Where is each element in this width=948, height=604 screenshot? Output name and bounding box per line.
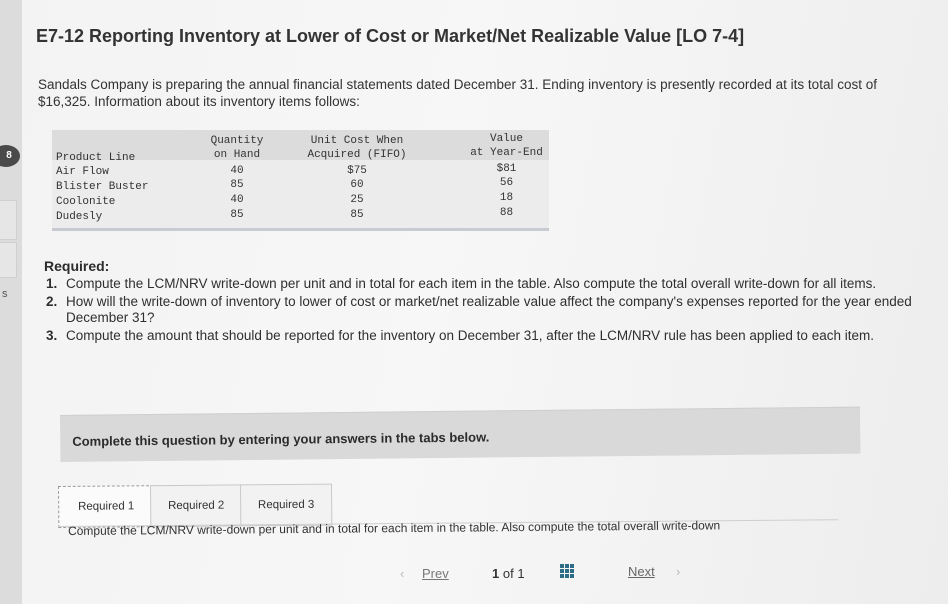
required-item: 2. How will the write-down of inventory …	[46, 294, 936, 327]
table-row-cost: $75	[347, 165, 367, 177]
tab-required-1[interactable]: Required 1	[58, 485, 155, 528]
tab-required-3[interactable]: Required 3	[239, 483, 333, 527]
intro-text: Sandals Company is preparing the annual …	[38, 77, 877, 109]
header-quantity-1: Quantity	[210, 135, 264, 147]
nav-mark: s	[2, 288, 8, 300]
required-item-number: 2.	[46, 293, 58, 309]
page-indicator: 1 of 1	[492, 566, 525, 581]
table-row-value: 18	[499, 192, 514, 204]
question-number-badge[interactable]: 8	[0, 145, 20, 167]
table-row-product: Coolonite	[56, 196, 116, 208]
left-nav-strip: 8 s	[0, 0, 23, 604]
required-item-number: 3.	[46, 327, 58, 343]
header-product-line: Product Line	[56, 152, 136, 164]
chevron-right-icon[interactable]: ›	[676, 564, 680, 579]
instructions-banner: Complete this question by entering your …	[60, 406, 861, 462]
table-row-qty: 40	[230, 165, 244, 177]
question-page: E7-12 Reporting Inventory at Lower of Co…	[22, 0, 948, 604]
instructions-text: Complete this question by entering your …	[72, 429, 490, 449]
total-pages: 1	[517, 566, 525, 581]
required-item-text: Compute the amount that should be report…	[66, 327, 874, 343]
nav-box[interactable]	[0, 200, 17, 240]
required-item-text: Compute the LCM/NRV write-down per unit …	[66, 276, 877, 291]
required-list: 1. Compute the LCM/NRV write-down per un…	[46, 276, 936, 345]
header-cost-1: Unit Cost When	[310, 135, 404, 147]
required-item: 3. Compute the amount that should be rep…	[46, 328, 936, 345]
chevron-left-icon[interactable]: ‹	[400, 566, 404, 581]
of-label: of	[502, 566, 514, 581]
header-value-2: at Year-End	[470, 147, 543, 159]
required-item: 1. Compute the LCM/NRV write-down per un…	[46, 276, 936, 293]
current-page: 1	[492, 566, 500, 581]
pagination: ‹ Prev 1 of 1 Next ›	[392, 560, 712, 590]
required-item-text: How will the write-down of inventory to …	[66, 293, 912, 326]
required-item-number: 1.	[46, 276, 58, 291]
header-value-1: Value	[489, 133, 523, 145]
table-row-value: 88	[499, 207, 514, 219]
table-row-value: $81	[496, 163, 517, 175]
grid-icon[interactable]	[560, 564, 574, 578]
table-row-cost: 25	[350, 194, 364, 206]
table-row-qty: 85	[230, 179, 244, 191]
table-row-cost: 60	[350, 179, 364, 191]
next-button[interactable]: Next	[628, 564, 655, 579]
header-quantity-2: on Hand	[213, 149, 261, 161]
table-row-product: Blister Buster	[56, 181, 149, 193]
inventory-table: Quantity on Hand Unit Cost When Acquired…	[52, 130, 549, 231]
table-row-qty: 85	[230, 209, 244, 221]
page-title: E7-12 Reporting Inventory at Lower of Co…	[36, 26, 745, 46]
prev-button[interactable]: Prev	[422, 566, 449, 581]
table-row-product: Air Flow	[56, 166, 109, 178]
table-row-qty: 40	[230, 194, 244, 206]
table-row-product: Dudesly	[56, 211, 103, 223]
tab-required-2[interactable]: Required 2	[149, 484, 243, 528]
header-cost-2: Acquired (FIFO)	[307, 149, 407, 161]
nav-box[interactable]	[0, 242, 17, 278]
table-row-value: 56	[499, 177, 514, 189]
required-heading: Required:	[44, 258, 110, 274]
table-row-cost: 85	[350, 209, 364, 221]
